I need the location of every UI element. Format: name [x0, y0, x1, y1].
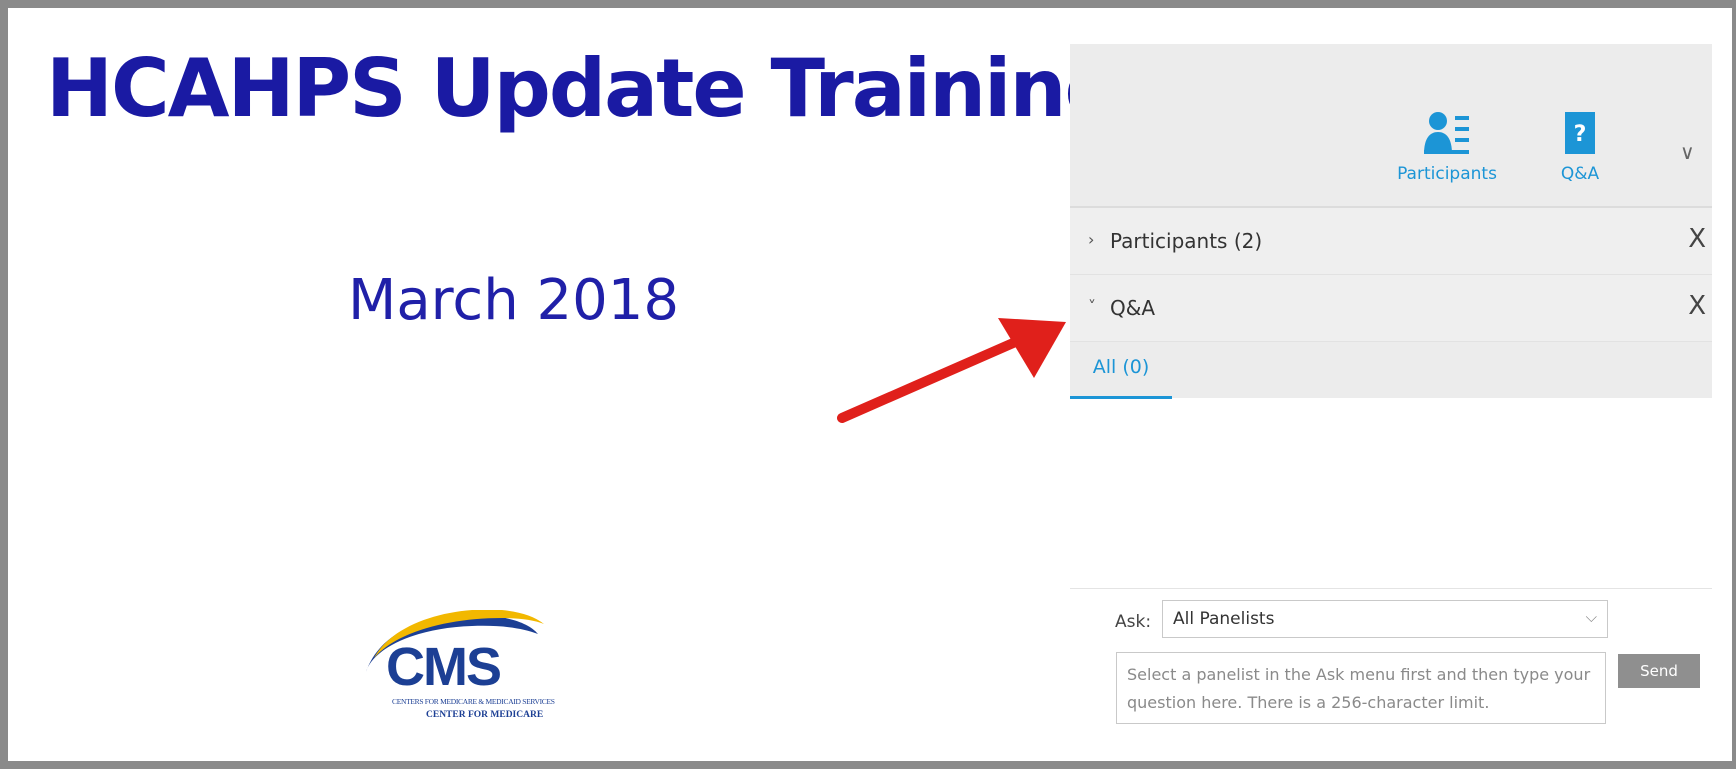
slide-title: HCAHPS Update Training	[46, 42, 1122, 135]
chevron-right-icon: ›	[1088, 230, 1095, 249]
red-arrow-icon	[837, 318, 1066, 423]
svg-text:?: ?	[1574, 122, 1587, 147]
participants-icon	[1424, 112, 1469, 154]
panel-toolbar: Participants ? Q&A ∨	[1070, 44, 1712, 208]
question-mark-icon: ?	[1565, 112, 1595, 154]
cms-logo-line2: CENTER FOR MEDICARE	[426, 710, 544, 720]
qa-section-header[interactable]: ˅ Q&A X	[1070, 275, 1712, 342]
chevron-down-icon[interactable]: ∨	[1680, 140, 1695, 164]
question-input[interactable]: Select a panelist in the Ask menu first …	[1116, 652, 1606, 724]
qa-question-list	[1070, 400, 1712, 589]
qa-tool-button[interactable]: ? Q&A	[1550, 110, 1610, 184]
ask-label: Ask:	[1115, 612, 1152, 632]
qa-tabs: All (0)	[1070, 342, 1712, 399]
close-icon[interactable]: X	[1688, 224, 1706, 254]
chevron-down-icon: ˅	[1088, 297, 1096, 316]
cms-logo-line1: CENTERS FOR MEDICARE & MEDICAID SERVICES	[392, 697, 555, 706]
participants-section-header[interactable]: › Participants (2) X	[1070, 208, 1712, 275]
qa-tool-label: Q&A	[1560, 164, 1600, 184]
tab-all[interactable]: All (0)	[1070, 342, 1172, 399]
participants-tool-label: Participants	[1397, 164, 1497, 184]
ask-selected-value: All Panelists	[1173, 609, 1275, 629]
qa-section-label: Q&A	[1110, 296, 1156, 320]
close-icon[interactable]: X	[1688, 291, 1706, 321]
chevron-down-icon: ⌵	[1585, 608, 1597, 626]
cms-logo-wordmark: CMS	[386, 637, 502, 697]
participants-section-label: Participants (2)	[1110, 229, 1263, 253]
participants-tool-button[interactable]: Participants	[1392, 110, 1502, 184]
ask-recipient-select[interactable]: All Panelists ⌵	[1162, 600, 1608, 638]
slide-date: March 2018	[348, 268, 680, 333]
cms-logo: CMS CENTERS FOR MEDICARE & MEDICAID SERV…	[352, 610, 592, 726]
send-button[interactable]: Send	[1618, 654, 1700, 688]
webinar-side-panel: Participants ? Q&A ∨ › Participants (2) …	[1070, 44, 1712, 750]
